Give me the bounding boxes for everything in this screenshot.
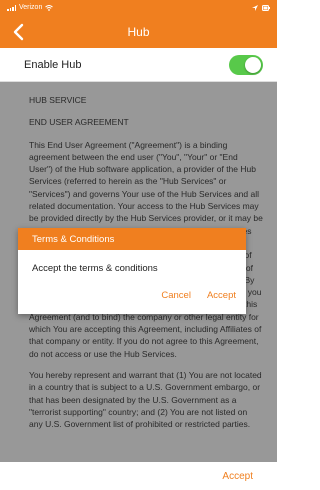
page-title: Hub bbox=[127, 24, 150, 39]
dialog-cancel-button[interactable]: Cancel bbox=[161, 290, 191, 301]
location-icon bbox=[252, 4, 258, 11]
dialog-accept-button[interactable]: Accept bbox=[207, 290, 236, 301]
footer-bar: Accept bbox=[0, 462, 277, 490]
footer-accept-button[interactable]: Accept bbox=[222, 471, 253, 482]
dialog-actions: Cancel Accept bbox=[18, 290, 246, 301]
status-right bbox=[252, 4, 270, 11]
dialog-title: Terms & Conditions bbox=[18, 228, 246, 250]
carrier-name: Verizon bbox=[19, 4, 43, 11]
carrier-group: Verizon bbox=[7, 4, 54, 11]
nav-bar: Hub bbox=[0, 15, 277, 48]
status-bar: Verizon bbox=[0, 0, 277, 15]
enable-hub-row: Enable Hub bbox=[0, 48, 277, 82]
enable-hub-label: Enable Hub bbox=[24, 58, 82, 71]
signal-icon bbox=[7, 4, 16, 11]
terms-dialog: Terms & Conditions Accept the terms & co… bbox=[18, 228, 246, 314]
toggle-knob bbox=[245, 56, 261, 73]
enable-hub-toggle[interactable] bbox=[229, 54, 263, 75]
wifi-icon bbox=[45, 4, 54, 11]
dialog-message: Accept the terms & conditions bbox=[32, 263, 158, 274]
battery-icon bbox=[262, 4, 270, 11]
back-chevron-icon[interactable] bbox=[10, 22, 28, 42]
